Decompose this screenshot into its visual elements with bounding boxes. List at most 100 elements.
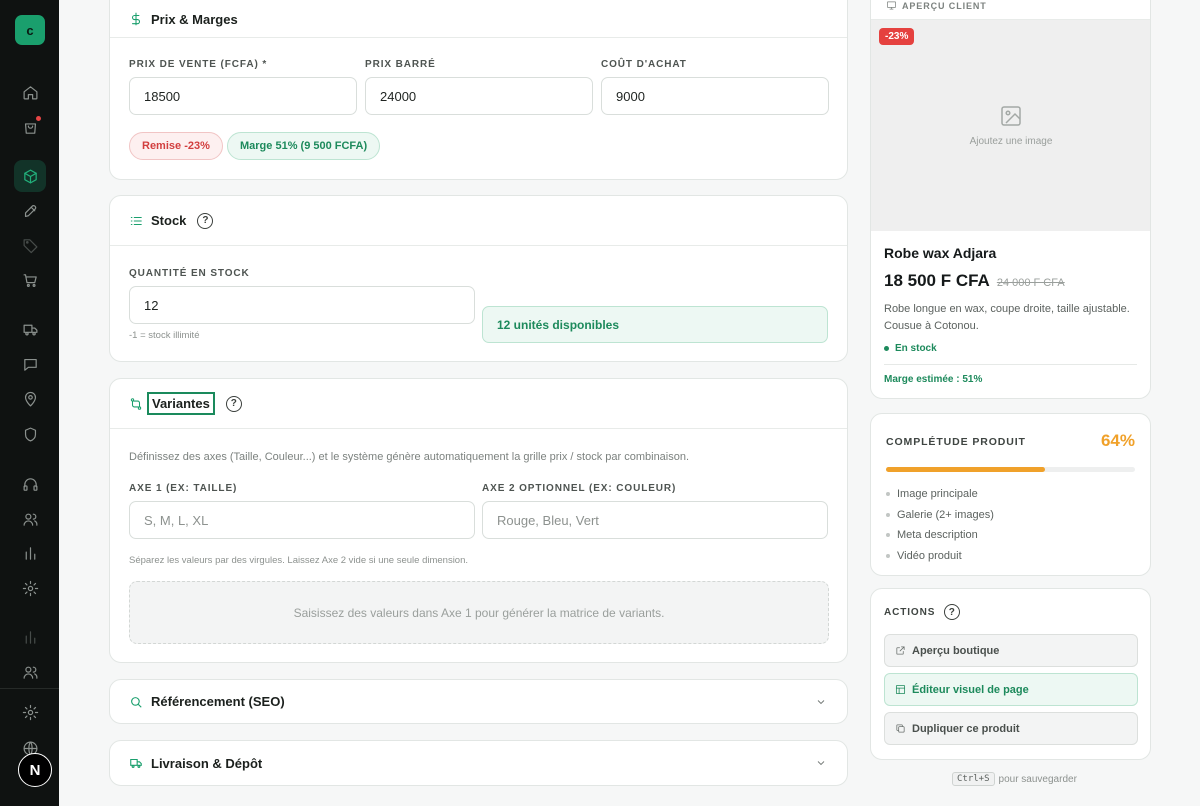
layout-icon (895, 684, 906, 695)
seo-header[interactable]: Référencement (SEO) (110, 680, 847, 723)
settings-icon[interactable] (18, 700, 42, 724)
message-icon[interactable] (18, 352, 42, 376)
settings-icon[interactable] (18, 576, 42, 600)
discount-badge: Remise -23% (129, 132, 223, 160)
product-description: Robe longue en wax, coupe droite, taille… (884, 303, 1130, 332)
tag-icon[interactable] (18, 233, 42, 257)
pricing-header: Prix & Marges (110, 0, 847, 38)
strike-price-input[interactable]: 24000 (365, 77, 593, 115)
completeness-checklist: Image principale Galerie (2+ images) Met… (886, 484, 994, 566)
status-dot (884, 346, 889, 351)
stock-card: Stock ? QUANTITÉ EN STOCK 12 -1 = stock … (109, 195, 848, 362)
visual-editor-button[interactable]: Éditeur visuel de page (884, 673, 1138, 706)
divider (884, 364, 1137, 365)
sidebar: c N (0, 0, 59, 806)
stock-qty-hint: -1 = stock illimité (129, 330, 200, 341)
users-icon[interactable] (18, 660, 42, 684)
chevron-down-icon[interactable] (815, 757, 827, 769)
image-icon (1001, 106, 1021, 126)
visual-editor-label: Éditeur visuel de page (912, 683, 1029, 696)
axis2-input[interactable]: Rouge, Bleu, Vert (482, 501, 828, 539)
box-icon[interactable] (14, 160, 46, 192)
variants-header: Variantes ? (110, 379, 847, 429)
product-image-placeholder[interactable]: -23% Ajoutez une image (871, 20, 1150, 231)
home-icon[interactable] (18, 80, 42, 104)
stock-status: En stock (884, 343, 937, 354)
stock-qty-input[interactable]: 12 (129, 286, 475, 324)
preview-body: -23% Ajoutez une image Robe wax Adjara 1… (871, 20, 1150, 398)
rocket-icon[interactable] (18, 199, 42, 223)
bar-chart-icon[interactable] (18, 625, 42, 649)
estimated-margin: Marge estimée : 51% (884, 374, 983, 385)
dollar-icon (129, 12, 143, 26)
monitor-icon (887, 1, 896, 10)
old-price: 24 000 F CFA (996, 277, 1065, 289)
pricing-title: Prix & Marges (151, 11, 238, 27)
search-icon (129, 695, 143, 709)
sidebar-divider (0, 688, 59, 689)
store-preview-label: Aperçu boutique (912, 644, 1000, 657)
help-icon[interactable]: ? (225, 395, 242, 412)
cost-input[interactable]: 9000 (601, 77, 829, 115)
actions-card: ACTIONS ? Aperçu boutique Éditeur visuel… (870, 588, 1151, 760)
stock-title: Stock (151, 213, 187, 228)
cost-label: COÛT D'ACHAT (601, 59, 687, 70)
save-hint-text: pour sauvegarder (998, 773, 1077, 785)
copy-icon (896, 724, 905, 733)
help-icon[interactable]: ? (197, 212, 214, 229)
list-item: Vidéo produit (886, 546, 994, 567)
truck-icon (129, 756, 143, 770)
save-shortcut-hint: Ctrl+S pour sauvegarder (952, 772, 1077, 786)
shield-icon[interactable] (18, 422, 42, 446)
axis1-label: AXE 1 (EX: TAILLE) (129, 483, 238, 494)
list-item: Image principale (886, 484, 994, 505)
list-item: Meta description (886, 525, 994, 546)
external-link-icon (896, 646, 905, 655)
discount-badge: -23% (879, 28, 915, 45)
variants-title[interactable]: Variantes (147, 392, 215, 415)
actions-title-text: ACTIONS (884, 606, 936, 618)
preview-label-text: APERÇU CLIENT (902, 0, 987, 11)
image-placeholder-text: Ajoutez une image (969, 136, 1053, 147)
shipping-header[interactable]: Livraison & Dépôt (110, 741, 847, 785)
list-icon (129, 214, 143, 228)
product-name: Robe wax Adjara (884, 245, 997, 261)
headphones-icon[interactable] (18, 472, 42, 496)
axis2-label: AXE 2 OPTIONNEL (EX: COULEUR) (482, 483, 677, 494)
notification-dot (36, 116, 41, 121)
sale-price-label: PRIX DE VENTE (FCFA) * (129, 59, 268, 70)
completeness-percent: 64% (1100, 431, 1135, 450)
duplicate-button[interactable]: Dupliquer ce produit (884, 712, 1138, 745)
preview-label: APERÇU CLIENT (886, 0, 987, 11)
bar-chart-icon[interactable] (18, 541, 42, 565)
users-icon[interactable] (18, 507, 42, 531)
map-pin-icon[interactable] (18, 387, 42, 411)
variants-description: Définissez des axes (Taille, Couleur...)… (129, 451, 690, 463)
store-preview-button[interactable]: Aperçu boutique (884, 634, 1138, 667)
avatar[interactable]: N (18, 753, 52, 787)
variants-empty-state: Saisissez des valeurs dans Axe 1 pour gé… (129, 581, 829, 644)
shopping-bag-icon[interactable] (18, 115, 42, 139)
truck-icon[interactable] (18, 317, 42, 341)
seo-card[interactable]: Référencement (SEO) (109, 679, 848, 724)
app-logo[interactable]: c (15, 15, 45, 45)
shipping-card[interactable]: Livraison & Dépôt (109, 740, 848, 786)
actions-title: ACTIONS ? (884, 604, 961, 620)
completeness-progress (886, 467, 1135, 472)
duplicate-label: Dupliquer ce produit (912, 722, 1020, 735)
completeness-title: COMPLÉTUDE PRODUIT (886, 436, 1026, 448)
sale-price-input[interactable]: 18500 (129, 77, 357, 115)
chevron-down-icon[interactable] (815, 696, 827, 708)
help-icon[interactable]: ? (944, 604, 961, 620)
list-item: Galerie (2+ images) (886, 505, 994, 526)
axis1-input[interactable]: S, M, L, XL (129, 501, 475, 539)
git-compare-icon (129, 397, 143, 411)
completeness-card: COMPLÉTUDE PRODUIT 64% Image principale … (870, 413, 1151, 576)
variants-card: Variantes ? Définissez des axes (Taille,… (109, 378, 848, 663)
progress-fill (886, 467, 1046, 472)
keyboard-shortcut: Ctrl+S (952, 772, 995, 786)
image-placeholder: Ajoutez une image (871, 104, 1150, 147)
cart-icon[interactable] (18, 268, 42, 292)
strike-price-label: PRIX BARRÉ (365, 59, 436, 70)
stock-header: Stock ? (110, 196, 847, 246)
